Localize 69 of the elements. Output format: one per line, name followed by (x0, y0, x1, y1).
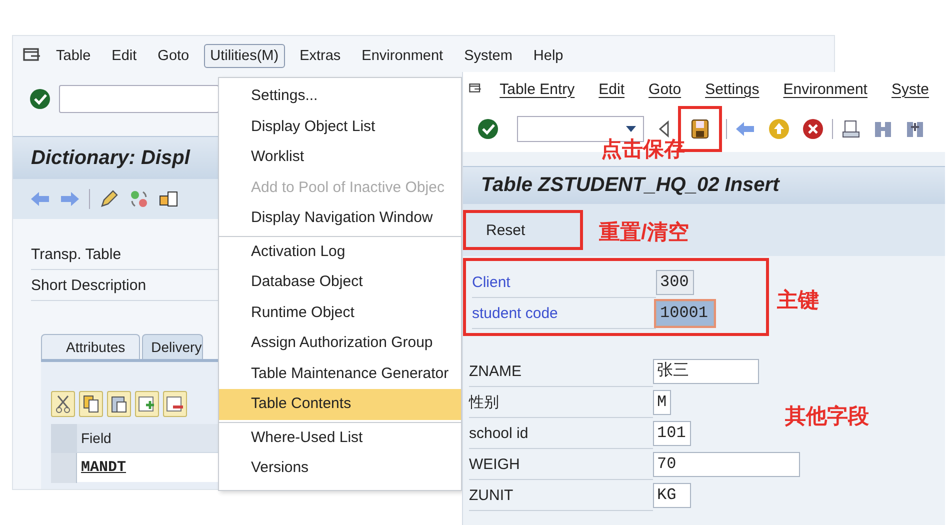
table-cell-text: MANDT (80, 459, 126, 476)
check-icon[interactable] (477, 118, 499, 140)
menu-option[interactable]: Display Object List (219, 112, 461, 142)
menu-item[interactable]: Help (527, 44, 570, 68)
print-icon[interactable] (840, 119, 861, 139)
tab[interactable]: Delivery (142, 334, 203, 359)
binoculars-plus-icon[interactable] (904, 119, 925, 139)
back-arrow-icon[interactable] (734, 119, 756, 139)
menu-item[interactable]: System (458, 44, 518, 68)
screen-title: Table ZSTUDENT_HQ_02 Insert (481, 174, 780, 197)
menu-option[interactable]: Worklist (219, 142, 461, 172)
screen-title: Dictionary: Displ (31, 146, 190, 170)
annotation-text: 主键 (777, 288, 819, 314)
copy-icon[interactable] (83, 395, 99, 413)
menu-option[interactable]: Settings... (219, 81, 461, 112)
menu-item[interactable]: Goto (642, 76, 688, 102)
triangle-left-icon[interactable] (658, 119, 670, 139)
input-field[interactable]: 300 (656, 270, 694, 295)
binoculars-icon[interactable] (872, 119, 893, 139)
table-toolbar-button[interactable] (51, 391, 75, 417)
command-field[interactable] (59, 84, 219, 112)
input-field[interactable]: KG (653, 483, 691, 508)
table-toolbar-button[interactable] (163, 391, 187, 417)
menu-option[interactable]: Versions (219, 453, 461, 484)
menu-item[interactable]: Syste (885, 76, 935, 102)
clipboard-icon[interactable] (111, 395, 127, 413)
scissors-icon[interactable] (55, 395, 71, 413)
menu-option[interactable]: Database Object (219, 267, 461, 298)
dropdown-arrow-icon[interactable] (624, 125, 637, 133)
save-icon[interactable] (690, 119, 709, 139)
input-field[interactable]: 70 (653, 452, 800, 477)
table-toolbar-button[interactable] (107, 391, 131, 417)
menu-option[interactable]: Where-Used List (219, 422, 461, 453)
insert-row-icon[interactable] (138, 395, 156, 413)
menu-option[interactable]: Display Navigation Window (219, 203, 461, 234)
menu-option[interactable]: Runtime Object (219, 298, 461, 328)
pencil-icon[interactable] (98, 188, 120, 210)
menu-item[interactable]: Utilities(M) (204, 44, 285, 68)
menu-item[interactable]: Table (50, 44, 97, 68)
column-header: Field (80, 430, 112, 446)
menu-item[interactable]: Edit (106, 44, 143, 68)
circles-icon[interactable] (128, 188, 150, 210)
reset-button[interactable]: Reset (463, 210, 583, 250)
menu-option[interactable]: Assign Authorization Group (219, 328, 461, 358)
cancel-icon[interactable] (802, 118, 824, 140)
check-icon[interactable] (29, 88, 51, 110)
annotation-text: 其他字段 (785, 404, 869, 430)
menu-item[interactable]: Extras (294, 44, 347, 68)
table-toolbar-button[interactable] (79, 391, 103, 417)
input-field[interactable]: M (653, 390, 671, 415)
menu-item[interactable]: Settings (699, 76, 766, 102)
input-field[interactable]: 101 (653, 421, 691, 446)
tab[interactable]: Attributes (41, 334, 140, 359)
menu-option[interactable]: Table Maintenance Generator (219, 358, 461, 389)
input-field[interactable]: 张三 (653, 359, 759, 384)
menu-item[interactable]: Environment (777, 76, 874, 102)
menu-option[interactable]: Activation Log (219, 236, 461, 267)
table-toolbar-button[interactable] (135, 391, 159, 417)
menu-item[interactable]: Table Entry (494, 76, 581, 102)
menu-option[interactable]: Table Contents (219, 389, 461, 420)
annotation-text: 重置/清空 (599, 220, 689, 246)
menu-item[interactable]: Environment (356, 44, 450, 68)
field-label: Transp. Table (31, 246, 122, 262)
menu-item[interactable]: Goto (152, 44, 196, 68)
menu-item[interactable]: Edit (592, 76, 631, 102)
window-menu-icon[interactable] (23, 48, 41, 64)
field-label: Short Description (31, 276, 146, 294)
input-field[interactable]: 10001 (656, 301, 714, 326)
delete-row-icon[interactable] (166, 395, 184, 413)
